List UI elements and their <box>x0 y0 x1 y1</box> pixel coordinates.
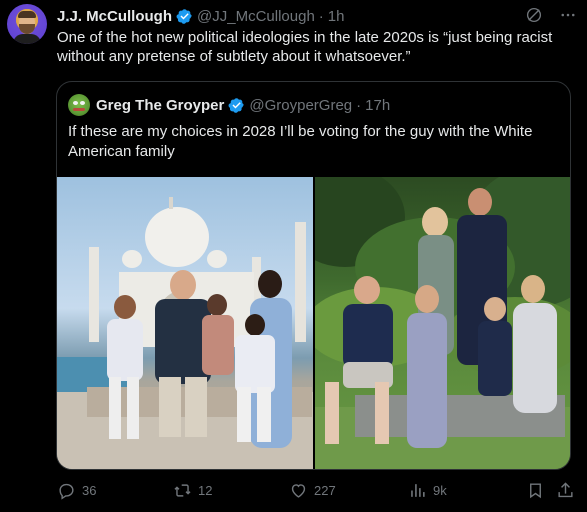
bookmark-icon <box>530 482 541 498</box>
post-time[interactable]: 1h <box>328 8 345 25</box>
quoted-author-name[interactable]: Greg The Groyper <box>96 97 224 114</box>
photo-illustration <box>57 197 313 469</box>
reply-button[interactable]: 36 <box>57 481 96 500</box>
photo-family-garden[interactable] <box>315 177 570 469</box>
post-header: J.J. McCullough @JJ_McCullough · 1h <box>57 6 344 26</box>
quoted-post[interactable]: Greg The Groyper @GroyperGreg · 17h If t… <box>56 81 571 470</box>
views-button[interactable]: 9k <box>408 481 447 500</box>
verified-badge-icon <box>228 97 245 113</box>
quoted-author-handle[interactable]: @GroyperGreg <box>249 97 352 114</box>
action-bar: 36 12 227 9k <box>57 478 577 502</box>
retweet-icon <box>174 483 191 497</box>
retweet-button[interactable]: 12 <box>173 481 212 500</box>
post-text: One of the hot new political ideologies … <box>57 29 553 65</box>
post[interactable]: J.J. McCullough @JJ_McCullough · 1h One … <box>0 0 587 512</box>
quoted-post-text: If these are my choices in 2028 I’ll be … <box>68 123 533 160</box>
like-button[interactable]: 227 <box>289 481 336 500</box>
quoted-post-header: Greg The Groyper @GroyperGreg · 17h <box>68 94 390 116</box>
bookmark-button[interactable] <box>526 481 545 500</box>
reply-icon <box>59 483 74 500</box>
quoted-post-time[interactable]: 17h <box>365 97 390 114</box>
quoted-media <box>57 177 570 469</box>
author-name[interactable]: J.J. McCullough <box>57 8 172 25</box>
views-icon <box>411 483 425 497</box>
verified-badge-icon <box>176 8 192 24</box>
reply-count: 36 <box>82 482 97 498</box>
views-count: 9k <box>433 482 447 498</box>
like-icon <box>291 483 306 498</box>
photo-illustration <box>315 177 570 469</box>
photo-family-taj-mahal[interactable] <box>57 177 313 469</box>
header-icons <box>525 6 577 24</box>
separator-dot: · <box>318 7 324 25</box>
like-count: 227 <box>314 482 336 498</box>
more-icon[interactable] <box>559 6 577 24</box>
share-button[interactable] <box>556 481 575 500</box>
quoted-author-avatar[interactable] <box>68 94 90 116</box>
share-icon <box>558 481 573 497</box>
author-avatar[interactable] <box>7 4 47 44</box>
grok-icon[interactable] <box>525 6 543 24</box>
separator-dot: · <box>356 96 362 114</box>
author-handle[interactable]: @JJ_McCullough <box>197 8 315 25</box>
retweet-count: 12 <box>198 482 213 498</box>
